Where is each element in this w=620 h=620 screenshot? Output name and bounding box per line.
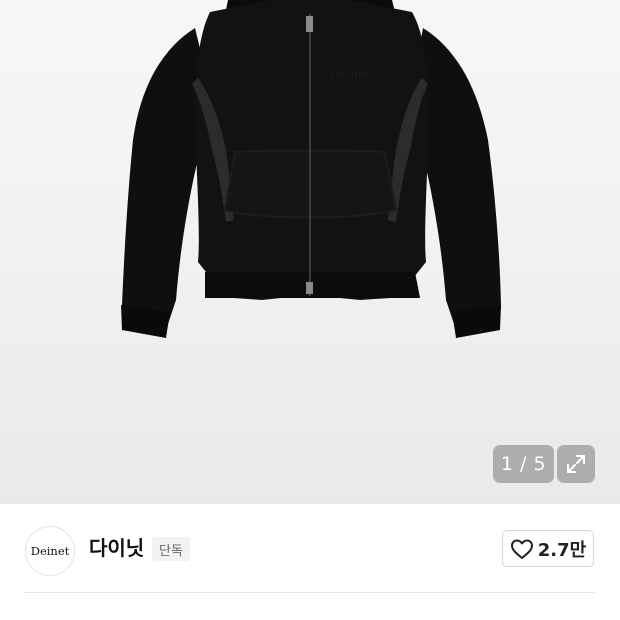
like-button[interactable]: 2.7만 [502,530,594,567]
product-image-carousel[interactable]: Deinet 1 / 5 [0,0,620,504]
like-count: 2.7만 [537,539,587,561]
image-counter: 1 / 5 [493,445,554,483]
svg-text:Deinet: Deinet [330,67,370,81]
brand-logo[interactable]: Deinet [25,526,75,576]
hooded-zip-jacket-photo: Deinet [121,0,501,338]
expand-arrows-icon [567,455,585,473]
heart-outline-icon [510,539,533,559]
fullscreen-button[interactable] [557,445,595,483]
brand-logo-text: Deinet [30,544,70,558]
brand-row: Deinet 다이닛 단독 2.7만 [0,504,620,592]
divider [25,592,595,593]
exclusive-badge: 단독 [152,537,190,561]
brand-name[interactable]: 다이닛 [89,534,144,562]
